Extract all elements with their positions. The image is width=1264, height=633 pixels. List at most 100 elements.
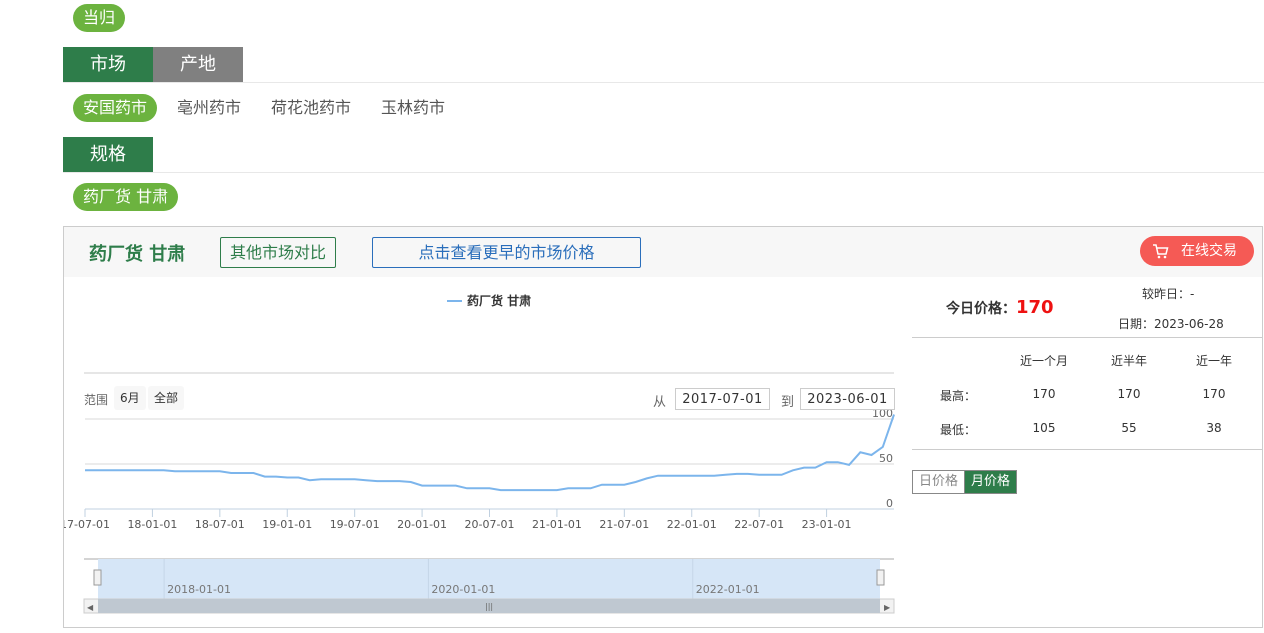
data-point[interactable]: [430, 483, 436, 489]
data-point[interactable]: [531, 487, 537, 493]
panel-header: 药厂货 甘肃 其他市场对比 点击查看更早的市场价格 在线交易: [64, 227, 1262, 277]
data-point[interactable]: [194, 468, 200, 474]
data-point[interactable]: [543, 487, 549, 493]
data-point[interactable]: [262, 474, 268, 480]
data-point[interactable]: [498, 487, 504, 493]
market-anguo[interactable]: 安国药市: [73, 94, 158, 122]
data-point[interactable]: [745, 471, 751, 477]
data-point[interactable]: [82, 467, 88, 473]
market-yulin[interactable]: 玉林药市: [381, 94, 445, 122]
to-date-input[interactable]: [800, 388, 895, 410]
data-point[interactable]: [576, 485, 582, 491]
col-header-half-year: 近半年: [1110, 354, 1147, 368]
data-point[interactable]: [116, 467, 122, 473]
data-point[interactable]: [554, 487, 560, 493]
range-6m-button[interactable]: 6月: [114, 386, 146, 410]
data-point[interactable]: [408, 479, 414, 485]
navigator[interactable]: 2018-01-01 2020-01-01 2022-01-01 ◀ ▶ |||: [83, 558, 895, 614]
data-point[interactable]: [93, 467, 99, 473]
data-point[interactable]: [565, 485, 571, 491]
data-point[interactable]: [722, 472, 728, 478]
data-point[interactable]: [588, 485, 594, 491]
data-point[interactable]: [138, 467, 144, 473]
data-point[interactable]: [790, 467, 796, 473]
data-point[interactable]: [644, 475, 650, 481]
data-point[interactable]: [509, 487, 515, 493]
data-point[interactable]: [295, 475, 301, 481]
data-point[interactable]: [599, 482, 605, 488]
data-point[interactable]: [385, 478, 391, 484]
data-point[interactable]: [880, 444, 886, 450]
data-point[interactable]: [363, 477, 369, 483]
data-point[interactable]: [756, 472, 762, 478]
data-point[interactable]: [655, 473, 661, 479]
data-point[interactable]: [442, 483, 448, 489]
tab-spec[interactable]: 规格: [63, 137, 153, 173]
scroll-right-arrow-icon[interactable]: ▶: [884, 603, 891, 612]
data-point[interactable]: [307, 477, 313, 483]
data-point[interactable]: [352, 476, 358, 482]
data-point[interactable]: [340, 476, 346, 482]
tab-market[interactable]: 市场: [63, 47, 153, 83]
data-point[interactable]: [689, 473, 695, 479]
data-point[interactable]: [172, 468, 178, 474]
data-point[interactable]: [251, 470, 257, 476]
data-point[interactable]: [228, 470, 234, 476]
data-point[interactable]: [734, 471, 740, 477]
data-point[interactable]: [475, 485, 481, 491]
data-point[interactable]: [453, 483, 459, 489]
data-point[interactable]: [621, 482, 627, 488]
data-point[interactable]: [846, 462, 852, 468]
data-point[interactable]: [161, 467, 167, 473]
col-header-year: 近一年: [1195, 354, 1232, 368]
data-point[interactable]: [149, 467, 155, 473]
data-point[interactable]: [824, 459, 830, 465]
data-point[interactable]: [464, 485, 470, 491]
market-bozhou[interactable]: 亳州药市: [177, 94, 241, 122]
data-point[interactable]: [217, 468, 223, 474]
data-point[interactable]: [104, 467, 110, 473]
data-point[interactable]: [767, 472, 773, 478]
data-point[interactable]: [801, 465, 807, 471]
spec-pill[interactable]: 药厂货 甘肃: [73, 183, 179, 211]
online-trade-button[interactable]: 在线交易: [1140, 236, 1254, 266]
monthly-price-button[interactable]: 月价格: [964, 470, 1018, 494]
navigator-left-handle[interactable]: [93, 569, 102, 586]
data-point[interactable]: [318, 476, 324, 482]
data-point[interactable]: [206, 468, 212, 474]
navigator-right-handle[interactable]: [876, 569, 885, 586]
market-hehuachi[interactable]: 荷花池药市: [271, 94, 351, 122]
data-point[interactable]: [891, 412, 897, 418]
range-all-button[interactable]: 全部: [148, 386, 185, 410]
data-point[interactable]: [869, 452, 875, 458]
data-point[interactable]: [812, 465, 818, 471]
compare-markets-button[interactable]: 其他市场对比: [220, 237, 336, 268]
data-point[interactable]: [397, 478, 403, 484]
scroll-left-arrow-icon[interactable]: ◀: [87, 603, 94, 612]
data-point[interactable]: [700, 473, 706, 479]
data-point[interactable]: [779, 472, 785, 478]
data-point[interactable]: [374, 478, 380, 484]
data-point[interactable]: [857, 449, 863, 455]
data-point[interactable]: [183, 468, 189, 474]
data-point[interactable]: [835, 459, 841, 465]
legend[interactable]: 药厂货 甘肃: [447, 293, 531, 308]
data-point[interactable]: [487, 485, 493, 491]
data-point[interactable]: [633, 479, 639, 485]
data-point[interactable]: [127, 467, 133, 473]
data-point[interactable]: [329, 476, 335, 482]
tab-origin[interactable]: 产地: [153, 47, 243, 83]
data-point[interactable]: [610, 482, 616, 488]
earlier-prices-button[interactable]: 点击查看更早的市场价格: [372, 237, 641, 268]
data-point[interactable]: [666, 473, 672, 479]
data-point[interactable]: [520, 487, 526, 493]
data-point[interactable]: [273, 474, 279, 480]
data-point[interactable]: [284, 475, 290, 481]
data-point[interactable]: [239, 470, 245, 476]
daily-price-button[interactable]: 日价格: [912, 470, 966, 494]
data-point[interactable]: [711, 473, 717, 479]
from-date-input[interactable]: [675, 388, 770, 410]
data-point[interactable]: [419, 483, 425, 489]
category-pill[interactable]: 当归: [73, 4, 126, 32]
data-point[interactable]: [678, 473, 684, 479]
